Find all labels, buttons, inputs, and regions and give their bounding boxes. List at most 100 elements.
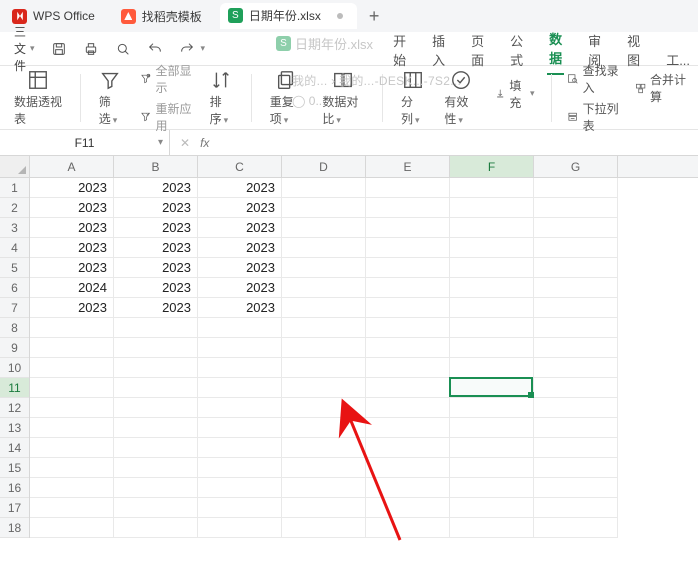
- cell[interactable]: [198, 498, 282, 518]
- cell[interactable]: [198, 478, 282, 498]
- print-button[interactable]: [77, 37, 105, 61]
- new-tab-button[interactable]: +: [361, 6, 388, 27]
- row-header[interactable]: 3: [0, 218, 29, 238]
- cell[interactable]: [30, 518, 114, 538]
- row-header[interactable]: 10: [0, 358, 29, 378]
- column-header[interactable]: B: [114, 156, 198, 177]
- cell[interactable]: [450, 278, 534, 298]
- cell[interactable]: [450, 438, 534, 458]
- cell[interactable]: 2023: [30, 298, 114, 318]
- cell[interactable]: [534, 398, 618, 418]
- save-button[interactable]: [45, 37, 73, 61]
- cell[interactable]: [534, 378, 618, 398]
- cell[interactable]: [366, 318, 450, 338]
- preview-button[interactable]: [109, 37, 137, 61]
- cell[interactable]: [450, 338, 534, 358]
- cell[interactable]: 2023: [30, 198, 114, 218]
- cell[interactable]: [198, 358, 282, 378]
- filter-button[interactable]: 筛选: [93, 69, 128, 127]
- cell[interactable]: [114, 338, 198, 358]
- cell[interactable]: [366, 438, 450, 458]
- cell[interactable]: [30, 438, 114, 458]
- cancel-icon[interactable]: ✕: [180, 136, 190, 150]
- cell[interactable]: [30, 358, 114, 378]
- cell[interactable]: 2023: [30, 258, 114, 278]
- cell[interactable]: [30, 338, 114, 358]
- show-all-button[interactable]: 全部显示: [140, 62, 191, 96]
- cell[interactable]: 2023: [114, 278, 198, 298]
- cell[interactable]: [282, 278, 366, 298]
- cell[interactable]: [30, 378, 114, 398]
- cell[interactable]: [534, 358, 618, 378]
- name-box[interactable]: F11 ▾: [0, 130, 170, 155]
- row-header[interactable]: 5: [0, 258, 29, 278]
- cell[interactable]: [450, 178, 534, 198]
- cell[interactable]: 2023: [30, 178, 114, 198]
- compare-button[interactable]: 数据对比: [316, 69, 370, 127]
- cell[interactable]: [366, 518, 450, 538]
- cell[interactable]: 2023: [114, 258, 198, 278]
- column-header[interactable]: D: [282, 156, 366, 177]
- cell[interactable]: [366, 458, 450, 478]
- cells-area[interactable]: 2023202320232023202320232023202320232023…: [30, 178, 618, 538]
- cell[interactable]: [534, 318, 618, 338]
- cell[interactable]: [30, 398, 114, 418]
- cell[interactable]: [30, 458, 114, 478]
- cell[interactable]: [366, 398, 450, 418]
- cell[interactable]: [534, 438, 618, 458]
- cell[interactable]: [450, 458, 534, 478]
- cell[interactable]: 2023: [198, 178, 282, 198]
- cell[interactable]: 2023: [30, 218, 114, 238]
- cell[interactable]: [282, 378, 366, 398]
- cell[interactable]: [366, 298, 450, 318]
- cell[interactable]: [114, 518, 198, 538]
- cell[interactable]: [30, 498, 114, 518]
- cell[interactable]: [114, 318, 198, 338]
- cell[interactable]: [534, 178, 618, 198]
- duplicates-button[interactable]: 重复项: [264, 69, 309, 127]
- sort-button[interactable]: 排序: [204, 69, 239, 127]
- cell[interactable]: [450, 258, 534, 278]
- cell[interactable]: [282, 458, 366, 478]
- cell[interactable]: [198, 398, 282, 418]
- cell[interactable]: [450, 298, 534, 318]
- cell[interactable]: [534, 258, 618, 278]
- pivot-button[interactable]: 数据透视表: [8, 69, 68, 127]
- cell[interactable]: [114, 458, 198, 478]
- lookup-button[interactable]: 查找录入: [567, 62, 618, 96]
- cell[interactable]: [282, 398, 366, 418]
- cell[interactable]: [198, 378, 282, 398]
- cell[interactable]: [534, 338, 618, 358]
- cell[interactable]: 2023: [198, 198, 282, 218]
- cell[interactable]: [450, 358, 534, 378]
- column-header[interactable]: F: [450, 156, 534, 177]
- cell[interactable]: [114, 498, 198, 518]
- undo-button[interactable]: [141, 37, 169, 61]
- cell[interactable]: [450, 478, 534, 498]
- cell[interactable]: [534, 478, 618, 498]
- cell[interactable]: [366, 198, 450, 218]
- cell[interactable]: [198, 518, 282, 538]
- cell[interactable]: 2023: [198, 298, 282, 318]
- row-header[interactable]: 6: [0, 278, 29, 298]
- row-header[interactable]: 13: [0, 418, 29, 438]
- cell[interactable]: [534, 458, 618, 478]
- validation-button[interactable]: 有效性: [438, 69, 483, 127]
- cell[interactable]: [282, 438, 366, 458]
- select-all-corner[interactable]: [0, 156, 30, 177]
- cell[interactable]: [114, 438, 198, 458]
- cell[interactable]: [534, 238, 618, 258]
- cell[interactable]: [534, 298, 618, 318]
- cell[interactable]: [366, 278, 450, 298]
- cell[interactable]: [366, 258, 450, 278]
- cell[interactable]: [282, 338, 366, 358]
- cell[interactable]: [282, 418, 366, 438]
- cell[interactable]: [534, 218, 618, 238]
- split-button[interactable]: 分列: [395, 69, 430, 127]
- cell[interactable]: [450, 198, 534, 218]
- cell[interactable]: [366, 358, 450, 378]
- cell[interactable]: 2023: [114, 178, 198, 198]
- fx-icon[interactable]: fx: [200, 136, 209, 150]
- cell[interactable]: 2023: [198, 278, 282, 298]
- cell[interactable]: [450, 318, 534, 338]
